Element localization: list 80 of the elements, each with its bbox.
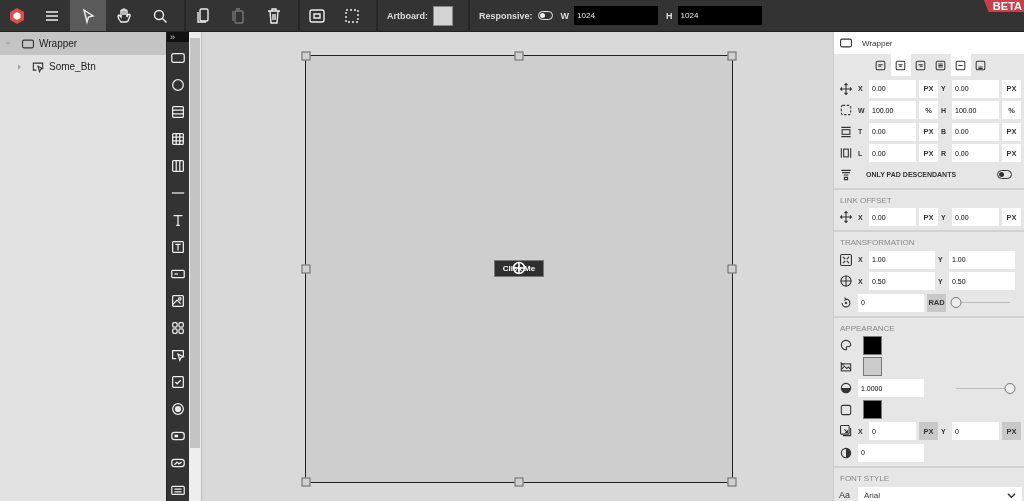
- collapse-button[interactable]: »: [167, 32, 189, 42]
- height-label: H: [666, 10, 673, 21]
- resize-handle[interactable]: [727, 477, 737, 487]
- color-swatch[interactable]: [863, 357, 882, 377]
- funnel-icon: [839, 167, 853, 182]
- font-dropdown[interactable]: Arial: [858, 487, 1022, 501]
- logo-icon: [8, 6, 26, 25]
- paste-icon: [229, 6, 247, 25]
- list-icon[interactable]: [170, 104, 186, 120]
- button-icon[interactable]: [170, 347, 186, 363]
- section-title: TRANSFORMATION: [839, 237, 916, 249]
- bgimage-icon: [839, 359, 853, 374]
- grid-icon[interactable]: [170, 131, 186, 147]
- opacity-icon: [839, 381, 853, 396]
- align-button[interactable]: [890, 54, 911, 76]
- button-icon: [31, 59, 45, 74]
- pivot-icon: [839, 274, 853, 289]
- resize-handle[interactable]: [727, 264, 737, 274]
- resize-handle[interactable]: [727, 51, 737, 61]
- responsive-label: Responsive:: [479, 10, 533, 21]
- align-icon: [914, 58, 927, 72]
- width-input[interactable]: 1024: [574, 6, 659, 25]
- rotate-icon: [839, 295, 853, 310]
- scale-icon: [839, 252, 853, 267]
- resize-handle[interactable]: [301, 477, 311, 487]
- rect-icon: [21, 36, 35, 51]
- scrollbar[interactable]: [189, 32, 201, 501]
- shadow-icon: [839, 424, 853, 439]
- columns-icon[interactable]: [170, 158, 186, 174]
- align-icon: [954, 58, 967, 72]
- dashed-square-icon: [343, 6, 361, 25]
- pointer-tool[interactable]: [70, 0, 106, 31]
- beta-ribbon: BETA: [983, 0, 1024, 12]
- trash-icon: [265, 6, 283, 25]
- artboard-color-swatch[interactable]: [433, 5, 453, 26]
- element-name: Wrapper: [862, 38, 893, 48]
- radio-icon[interactable]: [170, 401, 186, 417]
- checkbox-icon[interactable]: [170, 374, 186, 390]
- width-label: W: [560, 10, 570, 21]
- tree-label: Wrapper: [39, 38, 78, 49]
- image-icon[interactable]: [170, 293, 186, 309]
- move-icon: [839, 210, 853, 225]
- color-swatch[interactable]: [863, 335, 882, 355]
- height-input[interactable]: 1024: [677, 6, 762, 25]
- resize-handle[interactable]: [301, 51, 311, 61]
- align-button[interactable]: [950, 54, 971, 76]
- tree-item[interactable]: Wrapper: [0, 32, 166, 55]
- font-icon: Aa: [839, 490, 853, 501]
- rect-icon: [839, 36, 853, 50]
- align-icon: [934, 58, 947, 72]
- slider-thumb[interactable]: [1004, 382, 1016, 394]
- border-icon: [839, 402, 853, 417]
- move-icon: [839, 81, 853, 96]
- slider-thumb[interactable]: [950, 297, 962, 309]
- padtb-icon: [839, 124, 853, 139]
- rect-icon[interactable]: [170, 50, 186, 66]
- resize-handle[interactable]: [301, 264, 311, 274]
- tree-label: Some_Btn: [49, 61, 96, 72]
- fit-screen-icon: [308, 6, 326, 25]
- textbox-icon[interactable]: [170, 239, 186, 255]
- circle-icon[interactable]: [170, 77, 186, 93]
- color-swatch[interactable]: [863, 400, 882, 420]
- align-icon: [874, 58, 887, 72]
- cards-icon[interactable]: [170, 320, 186, 336]
- chevron-icon: [1007, 490, 1016, 500]
- resize-handle[interactable]: [514, 477, 524, 487]
- copy-icon: [194, 6, 212, 25]
- align-icon: [974, 58, 987, 72]
- artboard-label: Artboard:: [387, 10, 428, 21]
- resize-handle[interactable]: [514, 51, 524, 61]
- padlr-icon: [839, 146, 853, 161]
- section-title: FONT STYLE: [839, 472, 891, 485]
- section-title: APPEARANCE: [839, 322, 896, 335]
- section-title: LINK OFFSET: [839, 194, 893, 207]
- tree-item[interactable]: Some_Btn: [0, 55, 166, 78]
- size-icon: [839, 103, 853, 118]
- hand-icon: [115, 6, 133, 25]
- align-icon: [894, 58, 907, 72]
- palette-icon: [839, 338, 853, 353]
- contrast-icon: [839, 445, 853, 460]
